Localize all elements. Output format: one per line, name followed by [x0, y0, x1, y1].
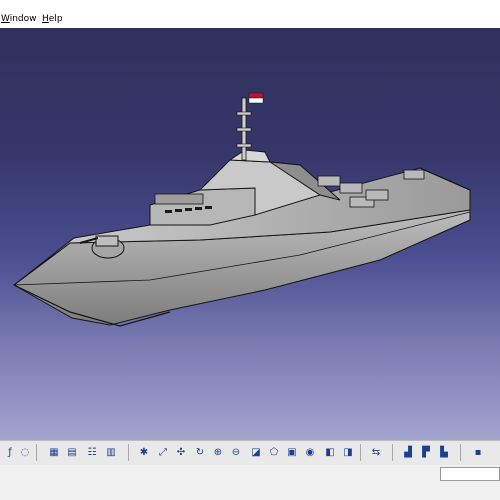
comment-bubble-icon[interactable]: ◌: [17, 444, 33, 460]
iso-view-icon[interactable]: ⬠: [266, 444, 282, 460]
cube-view-icon[interactable]: ▣: [284, 444, 300, 460]
menu-bar: Window Help: [0, 0, 500, 29]
ship-model[interactable]: [0, 28, 500, 440]
pan-icon[interactable]: ✣: [173, 444, 189, 460]
toolbar-separator: [36, 444, 37, 461]
camera-icon[interactable]: ▪: [470, 444, 486, 460]
shading-icon[interactable]: ◉: [302, 444, 318, 460]
tree-expand-icon[interactable]: ▦: [46, 444, 62, 460]
normal-view-icon[interactable]: ◪: [248, 444, 264, 460]
menu-window[interactable]: Window: [1, 14, 37, 24]
flag: [248, 92, 264, 99]
workbench-toolbar: ƒ ◌ ▦ ▤ ☷ ▥ ✱ ⤢ ✣ ↻ ⊕ ⊖ ◪ ⬠ ▣ ◉ ◧ ◨ ⇆ ▟ …: [0, 440, 500, 466]
properties-icon[interactable]: ✱: [136, 444, 152, 460]
status-bar: [0, 465, 500, 500]
fit-all-in-icon[interactable]: ⤢: [155, 444, 171, 460]
table-icon[interactable]: ▤: [64, 444, 80, 460]
toolbar-separator: [360, 444, 361, 461]
swap-visible-space-icon[interactable]: ◨: [340, 444, 356, 460]
tree-structure-icon[interactable]: ☷: [84, 444, 100, 460]
print-icon[interactable]: ▙: [436, 444, 452, 460]
zoom-in-icon[interactable]: ⊕: [210, 444, 226, 460]
hide-show-icon[interactable]: ◧: [322, 444, 338, 460]
apply-material-icon[interactable]: ▟: [400, 444, 416, 460]
toolbar-separator: [128, 444, 129, 461]
3d-viewport[interactable]: [0, 28, 500, 440]
rotate-icon[interactable]: ↻: [192, 444, 208, 460]
catalog-icon[interactable]: ▥: [103, 444, 119, 460]
zoom-out-icon[interactable]: ⊖: [228, 444, 244, 460]
formula-f-x-icon[interactable]: ƒ: [2, 444, 18, 460]
toolbar-separator: [392, 444, 393, 461]
command-input[interactable]: [440, 467, 500, 481]
menu-help[interactable]: Help: [42, 14, 63, 24]
render-icon[interactable]: ▛: [418, 444, 434, 460]
toolbar-separator: [460, 444, 461, 461]
measure-icon[interactable]: ⇆: [368, 444, 384, 460]
